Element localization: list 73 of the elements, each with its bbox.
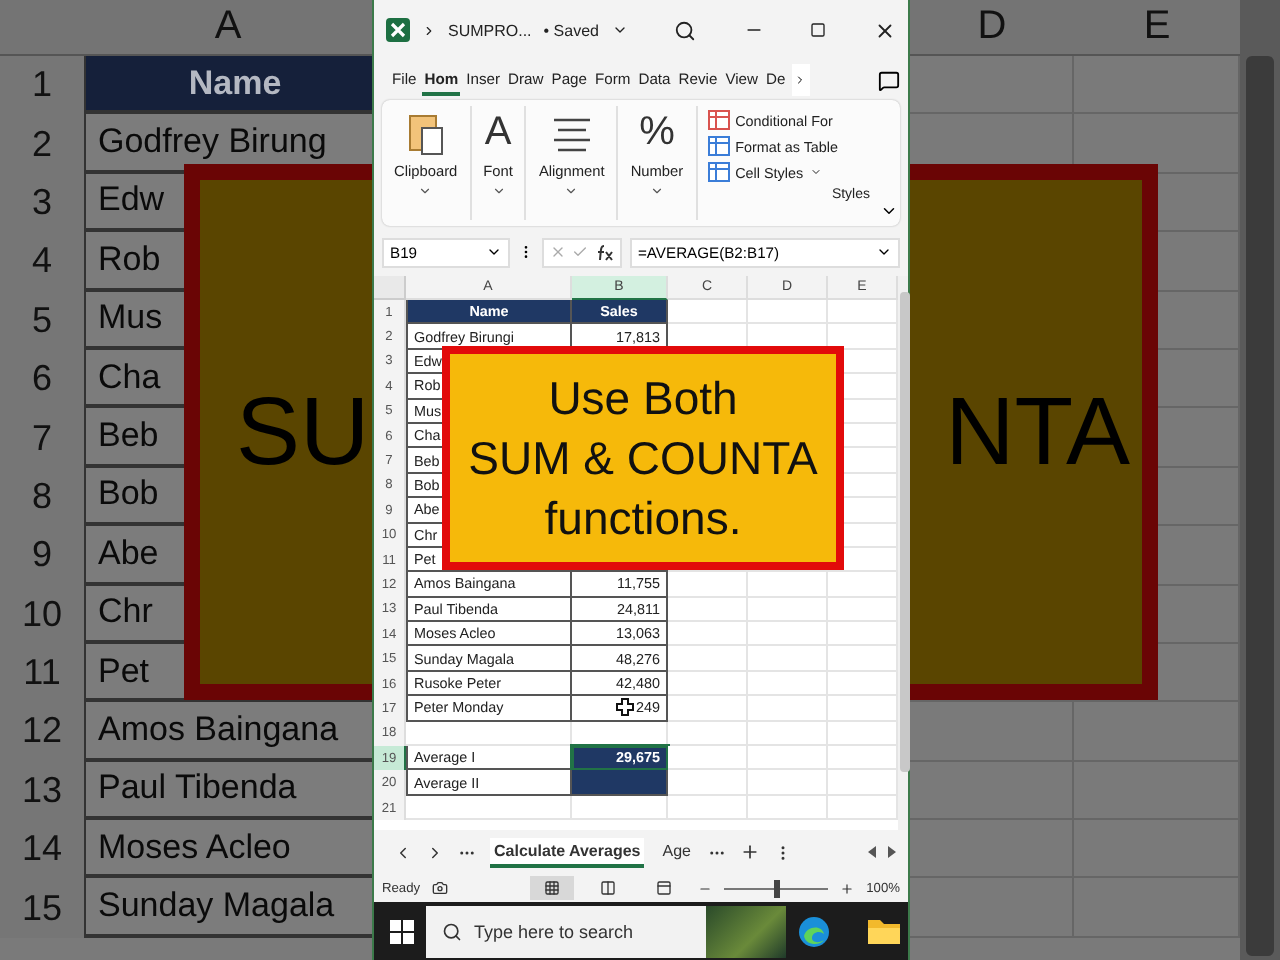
- page-break-icon: [656, 880, 673, 896]
- row-number: 15: [0, 878, 84, 938]
- browser-icon[interactable]: [798, 915, 830, 947]
- row-number: 14: [0, 820, 84, 879]
- check-icon[interactable]: [572, 244, 588, 260]
- table-cell: Name: [84, 56, 372, 115]
- row-number: 8: [0, 467, 84, 527]
- grid-icon: [544, 880, 561, 896]
- table-cell: Sunday Magala: [84, 878, 372, 938]
- zoom-slider-thumb[interactable]: [773, 879, 780, 897]
- row-number: 7: [0, 408, 84, 468]
- ribbon-glyph: %: [639, 110, 675, 158]
- clipboard-icon: [405, 110, 446, 158]
- zoom-in-icon[interactable]: [840, 881, 855, 895]
- add-sheet-icon[interactable]: [740, 842, 761, 862]
- page-icon: [600, 880, 617, 896]
- windows-start-icon[interactable]: [390, 919, 414, 943]
- folder-icon[interactable]: [868, 918, 900, 944]
- close-icon[interactable]: [874, 19, 896, 41]
- caret-icon[interactable]: [418, 184, 433, 198]
- row-number: 9: [0, 526, 84, 586]
- table-cell: Moses Acleo: [84, 820, 372, 879]
- cursor-icon: [616, 698, 634, 717]
- row-number: 2: [0, 114, 84, 174]
- banner: NTA: [910, 164, 1158, 700]
- landscape-image: [706, 905, 786, 957]
- row-number: 1: [0, 56, 84, 115]
- table-cell: [572, 770, 668, 796]
- row-number: 12: [0, 702, 84, 762]
- next-icon[interactable]: [426, 843, 444, 861]
- table-cell: [572, 795, 668, 821]
- column-header: A: [84, 0, 372, 56]
- style-icon: [707, 110, 730, 130]
- table-cell: Amos Baingana: [84, 702, 372, 762]
- column-header: E: [1074, 0, 1240, 56]
- search-icon: [442, 921, 462, 941]
- caret-icon: [876, 244, 892, 260]
- style-icon: [707, 162, 730, 182]
- banner: SU: [184, 164, 372, 700]
- collapse-icon[interactable]: [879, 202, 897, 220]
- search-icon[interactable]: [674, 19, 697, 41]
- row-number: 3: [0, 173, 84, 233]
- caret-icon[interactable]: [611, 22, 627, 38]
- row-number: 13: [0, 761, 84, 821]
- row-number: 11: [0, 643, 84, 703]
- view-button[interactable]: [530, 876, 575, 900]
- previous-icon[interactable]: [394, 843, 412, 861]
- function-icon[interactable]: [594, 243, 614, 261]
- camera-icon[interactable]: [432, 880, 449, 896]
- style-icon: [707, 136, 730, 156]
- taskbar-search-field[interactable]: Type here to search: [426, 905, 786, 957]
- row-number: 6: [0, 349, 84, 409]
- caret-icon: [486, 244, 502, 260]
- column-header: D: [910, 0, 1074, 56]
- maximize-icon[interactable]: [810, 22, 827, 38]
- window-title: SUMPRO...: [448, 21, 532, 39]
- spreadsheet-app-icon: [386, 18, 410, 42]
- save-status[interactable]: • Saved: [543, 21, 599, 39]
- caret-icon[interactable]: [649, 184, 664, 198]
- table-cell: Paul Tibenda: [84, 761, 372, 821]
- comment-icon[interactable]: [878, 69, 900, 91]
- caret-icon[interactable]: [564, 184, 579, 198]
- corner-cell: [0, 0, 84, 56]
- scroll-arrows-icon[interactable]: [868, 846, 896, 858]
- chevron-icon: [794, 74, 807, 86]
- sheet-tab[interactable]: Age: [658, 837, 695, 867]
- ribbon-glyph: A: [484, 110, 512, 158]
- caret-icon[interactable]: [491, 184, 506, 198]
- row-number: 10: [0, 585, 84, 644]
- overflow-icon[interactable]: [422, 23, 436, 37]
- row-number: 5: [0, 291, 84, 350]
- row-number: 4: [0, 232, 84, 292]
- sheet-tab[interactable]: Calculate Averages: [490, 837, 645, 867]
